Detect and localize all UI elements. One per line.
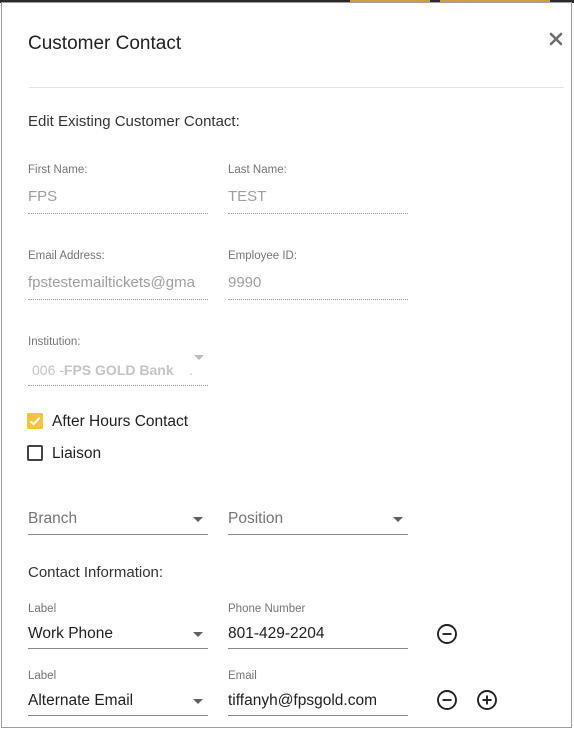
contact-label-underline	[28, 648, 208, 649]
last-name-label: Last Name:	[228, 164, 287, 176]
phone-number-caption: Phone Number	[228, 603, 306, 615]
title-divider	[29, 87, 564, 88]
edit-section-heading: Edit Existing Customer Contact:	[28, 113, 240, 130]
chevron-down-icon[interactable]	[193, 517, 203, 522]
last-name-underline	[228, 213, 408, 214]
email-caption: Email	[228, 670, 257, 682]
employee-id-underline	[228, 299, 408, 300]
contact-label-caption: Label	[28, 603, 57, 615]
contact-label-caption: Label	[28, 670, 57, 682]
chevron-down-icon[interactable]	[393, 517, 403, 522]
close-icon[interactable]	[546, 29, 566, 49]
liaison-label[interactable]: Liaison	[52, 445, 101, 463]
institution-trail: .	[189, 362, 194, 378]
branch-underline	[28, 534, 208, 535]
first-name-field[interactable]: FPS	[28, 188, 206, 205]
institution-label: Institution:	[28, 336, 81, 348]
contact-label-select[interactable]: Work Phone	[28, 625, 113, 643]
position-underline	[228, 534, 408, 535]
institution-code: 006 -	[32, 362, 64, 378]
email-input[interactable]: tiffanyh@fpsgold.com	[228, 692, 377, 710]
last-name-field[interactable]: TEST	[228, 188, 406, 205]
institution-name: FPS GOLD Bank	[63, 362, 174, 378]
position-select[interactable]: Position	[228, 510, 283, 528]
contact-info-heading: Contact Information:	[28, 564, 164, 581]
email-address-underline	[28, 299, 208, 300]
employee-id-label: Employee ID:	[228, 250, 298, 262]
chevron-down-icon[interactable]	[193, 632, 203, 637]
employee-id-field[interactable]: 9990	[228, 274, 406, 291]
chevron-down-icon[interactable]	[193, 699, 203, 704]
remove-circle-icon[interactable]	[436, 623, 458, 645]
dialog-title: Customer Contact	[28, 33, 182, 54]
email-address-field[interactable]: fpstestemailtickets@gma	[28, 274, 208, 291]
email-underline	[228, 715, 408, 716]
email-address-label: Email Address:	[28, 250, 105, 262]
first-name-underline	[28, 213, 208, 214]
chevron-down-icon	[194, 355, 204, 360]
institution-underline	[28, 385, 208, 386]
branch-select[interactable]: Branch	[28, 510, 77, 528]
after-hours-checkbox[interactable]	[27, 413, 43, 429]
contact-label-select[interactable]: Alternate Email	[28, 692, 133, 710]
remove-circle-icon[interactable]	[436, 689, 458, 711]
contact-label-underline	[28, 715, 208, 716]
first-name-label: First Name:	[28, 164, 88, 176]
institution-select[interactable]: 006 -FPS GOLD Bank .	[32, 362, 193, 378]
after-hours-label[interactable]: After Hours Contact	[52, 413, 188, 431]
add-circle-icon[interactable]	[476, 689, 498, 711]
liaison-checkbox[interactable]	[27, 445, 43, 461]
customer-contact-dialog: Customer Contact Edit Existing Customer …	[1, 2, 572, 728]
phone-number-underline	[228, 648, 408, 649]
phone-number-input[interactable]: 801-429-2204	[228, 625, 325, 643]
